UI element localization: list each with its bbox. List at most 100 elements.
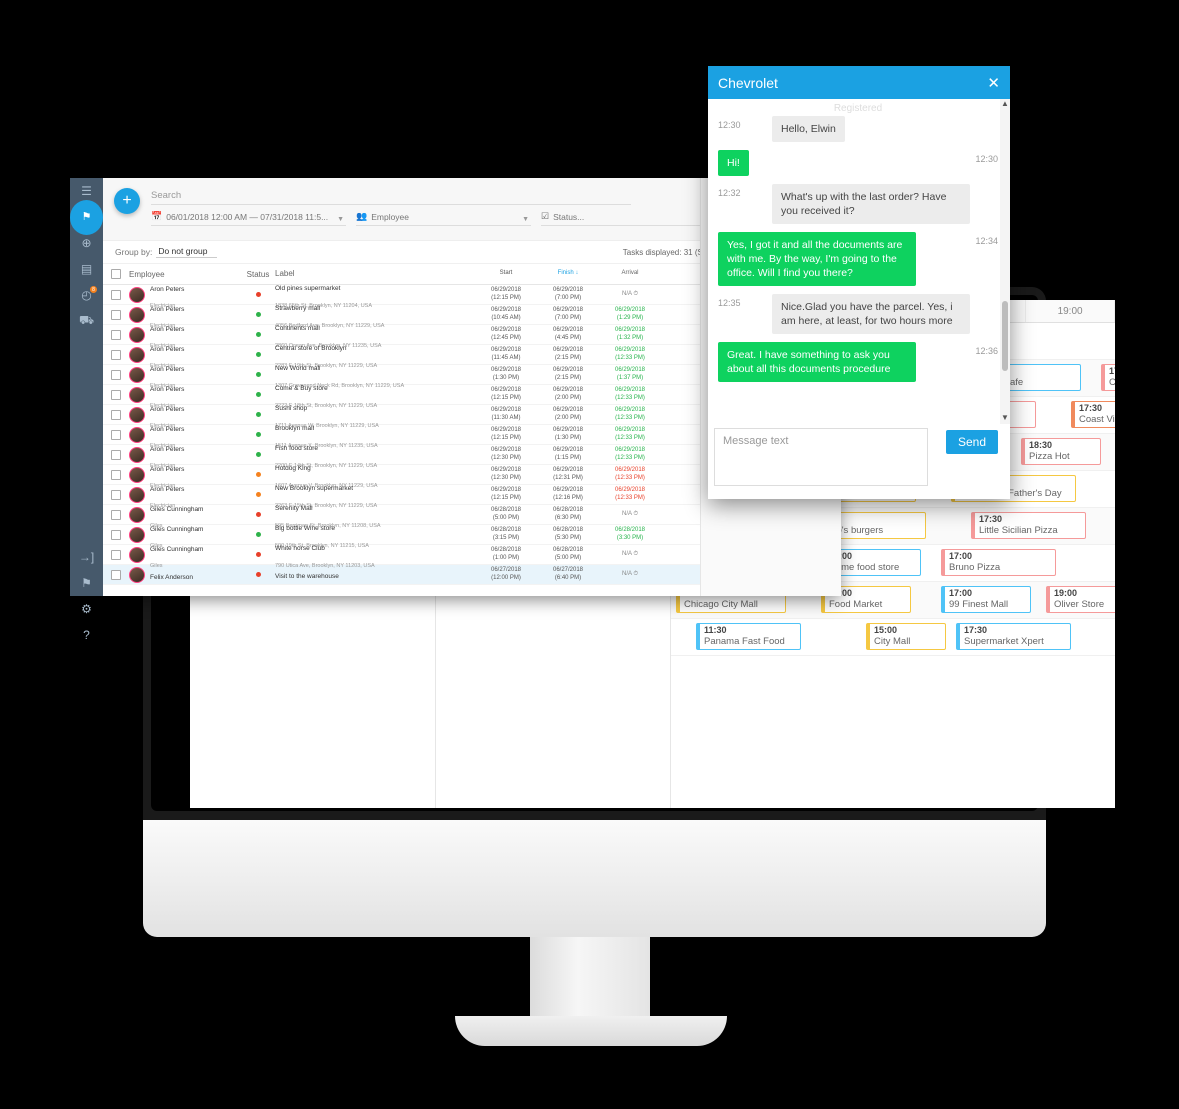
task-label: Hotdog King bbox=[275, 464, 311, 472]
task-label: Come & Buy store bbox=[275, 384, 328, 392]
row-checkbox[interactable] bbox=[103, 309, 129, 320]
reports-icon[interactable]: ▤ bbox=[70, 256, 103, 282]
row-checkbox[interactable] bbox=[103, 409, 129, 420]
row-arrival: N/A ⏱ bbox=[621, 550, 639, 557]
status-dot bbox=[255, 292, 261, 297]
employee-name: Giles Cunningham bbox=[150, 505, 204, 513]
col-employee[interactable]: Employee bbox=[129, 270, 241, 279]
chat-message: Yes, I got it and all the documents are … bbox=[718, 232, 998, 286]
event-name: 99 Finest Mall bbox=[949, 599, 1009, 610]
scroll-up-icon[interactable]: ▲ bbox=[1000, 99, 1010, 108]
event-time: 17:30 bbox=[1079, 403, 1103, 413]
help-icon[interactable]: ? bbox=[70, 622, 103, 648]
row-checkbox[interactable] bbox=[103, 449, 129, 460]
calendar-event[interactable]: 17:30 Little Sicilian Pizza bbox=[971, 512, 1086, 539]
group-by-select[interactable]: Do not group bbox=[156, 246, 218, 258]
app-sidebar: ☰ ⚑ ⊕ ▤ ◴ 8 ⛟ →] ⚑ ⚙? bbox=[70, 178, 103, 642]
task-label: White horse Club bbox=[275, 544, 325, 552]
employee-name: Giles Cunningham bbox=[150, 545, 204, 553]
calendar-event[interactable]: 11:30 Panama Fast Food bbox=[696, 623, 801, 650]
message-bubble: Nice.Glad you have the parcel. Yes, i am… bbox=[772, 294, 970, 334]
select-all-checkbox[interactable] bbox=[103, 269, 129, 279]
row-finish: 06/29/2018 (1:15 PM) bbox=[552, 447, 584, 461]
chevron-down-icon[interactable]: ▼ bbox=[337, 216, 344, 223]
vehicle-icon[interactable]: ⛟ bbox=[70, 308, 103, 334]
add-task-button[interactable]: + bbox=[114, 188, 140, 214]
status-dot bbox=[255, 312, 261, 317]
search-input[interactable]: Search bbox=[151, 190, 631, 205]
chat-messages[interactable]: Registered 12:30 Hello, Elwin Hi! 12:30 12:3… bbox=[708, 99, 1010, 424]
row-checkbox[interactable] bbox=[103, 569, 129, 580]
scroll-thumb[interactable] bbox=[1002, 301, 1008, 371]
calendar-event[interactable]: 17:30Cambridge Ave Supermarket bbox=[1101, 364, 1115, 391]
chat-message: 12:35 Nice.Glad you have the parcel. Yes,… bbox=[718, 294, 998, 334]
row-finish: 06/29/2018 (4:45 PM) bbox=[552, 327, 584, 341]
col-start[interactable]: Start bbox=[475, 270, 537, 278]
screenshot-root: Toyota 978 ✓ Sales − ✓Doyle Jennifer✎Mer… bbox=[0, 0, 1179, 1109]
event-time: 15:00 bbox=[874, 625, 898, 635]
calendar-event[interactable]: 15:00 City Mall bbox=[866, 623, 946, 650]
calendar-event[interactable]: 17:00 99 Finest Mall bbox=[941, 586, 1031, 613]
calendar-event[interactable]: 17:00 Bruno Pizza bbox=[941, 549, 1056, 576]
date-range-filter[interactable]: 📅 06/01/2018 12:00 AM — 07/31/2018 11:5.… bbox=[151, 211, 346, 226]
row-checkbox[interactable] bbox=[103, 349, 129, 360]
chat-scrollbar[interactable]: ▲ ▼ bbox=[1000, 99, 1010, 424]
row-start: 06/29/2018 (12:30 PM) bbox=[490, 447, 522, 461]
event-name: Bruno Pizza bbox=[949, 562, 1001, 573]
calendar-event[interactable]: 17:30Coast View Cafe bbox=[1071, 401, 1115, 428]
row-checkbox[interactable] bbox=[103, 289, 129, 300]
row-status bbox=[241, 572, 275, 577]
bell-icon[interactable]: ⚑ bbox=[70, 570, 103, 596]
send-button[interactable]: Send bbox=[945, 430, 998, 454]
row-finish: 06/29/2018 (2:15 PM) bbox=[552, 367, 584, 381]
avatar bbox=[129, 546, 145, 563]
event-name: Oliver Store bbox=[1054, 599, 1105, 610]
calendar-event[interactable]: 19:00 Oliver Store bbox=[1046, 586, 1115, 613]
message-time: 12:34 bbox=[975, 236, 998, 246]
event-name: Supermarket Xpert bbox=[964, 636, 1044, 647]
row-finish: 06/28/2018 (5:00 PM) bbox=[552, 547, 584, 561]
row-checkbox[interactable] bbox=[103, 509, 129, 520]
row-start: 06/29/2018 (11:45 AM) bbox=[490, 347, 522, 361]
task-label: Sushi shop bbox=[275, 404, 308, 412]
message-bubble: Great. I have something to ask you about… bbox=[718, 342, 916, 382]
row-arrival: 06/29/2018 (12:33 PM) bbox=[614, 407, 646, 421]
message-time: 12:30 bbox=[718, 120, 741, 130]
history-icon[interactable]: ◴ 8 bbox=[70, 282, 103, 308]
task-label: New Brooklyn supermarket bbox=[275, 484, 354, 492]
status-filter[interactable]: ☑ Status... ▼ bbox=[541, 211, 716, 226]
tasks-icon[interactable]: ⚑ bbox=[70, 199, 103, 235]
row-status bbox=[241, 292, 275, 297]
col-finish[interactable]: Finish ↓ bbox=[537, 270, 599, 278]
status-dot bbox=[255, 532, 261, 537]
status-dot bbox=[255, 352, 261, 357]
row-checkbox[interactable] bbox=[103, 369, 129, 380]
row-checkbox[interactable] bbox=[103, 329, 129, 340]
col-status[interactable]: Status bbox=[241, 270, 275, 279]
row-status bbox=[241, 432, 275, 437]
row-finish: 06/28/2018 (6:30 PM) bbox=[552, 507, 584, 521]
message-input[interactable]: Message text bbox=[714, 428, 928, 486]
col-arrival[interactable]: Arrival bbox=[599, 270, 661, 278]
event-name: Pizza Hot bbox=[1029, 451, 1070, 462]
close-icon[interactable]: ✕ bbox=[987, 74, 1000, 92]
row-checkbox[interactable] bbox=[103, 469, 129, 480]
chevron-down-icon[interactable]: ▼ bbox=[522, 216, 529, 223]
row-checkbox[interactable] bbox=[103, 429, 129, 440]
event-time: 17:30 bbox=[964, 625, 988, 635]
export-icon[interactable]: →] bbox=[70, 544, 103, 570]
calendar-event[interactable]: 18:30 Pizza Hot bbox=[1021, 438, 1101, 465]
row-arrival: 06/29/2018 (12:33 PM) bbox=[614, 487, 646, 501]
row-start: 06/28/2018 (1:00 PM) bbox=[490, 547, 522, 561]
col-label[interactable]: Label bbox=[275, 269, 475, 278]
globe-icon[interactable]: ⊕ bbox=[70, 230, 103, 256]
row-checkbox[interactable] bbox=[103, 549, 129, 560]
scroll-down-icon[interactable]: ▼ bbox=[1000, 413, 1010, 422]
row-checkbox[interactable] bbox=[103, 529, 129, 540]
row-checkbox[interactable] bbox=[103, 389, 129, 400]
gear-icon[interactable]: ⚙ bbox=[70, 596, 103, 622]
employee-filter[interactable]: 👥 Employee ▼ bbox=[356, 211, 531, 226]
employee-name: Aron Peters bbox=[150, 345, 185, 353]
calendar-event[interactable]: 17:30 Supermarket Xpert bbox=[956, 623, 1071, 650]
row-checkbox[interactable] bbox=[103, 489, 129, 500]
